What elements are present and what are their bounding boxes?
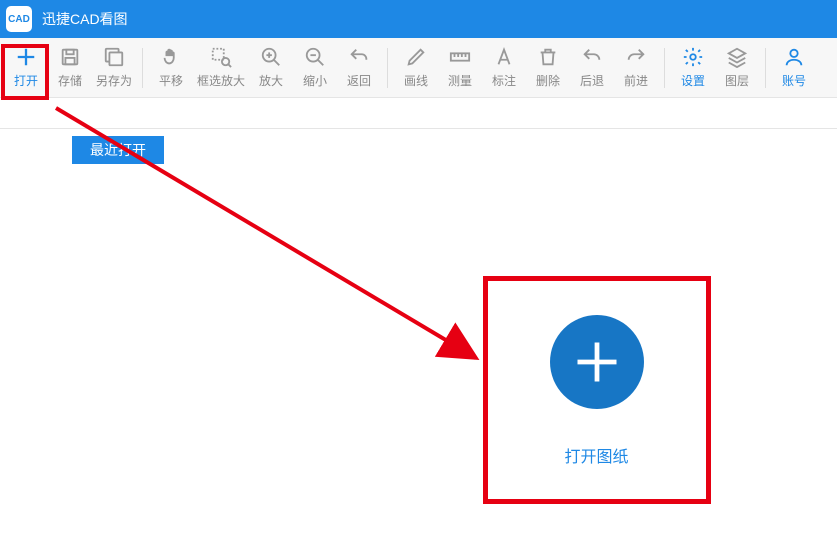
toolbar-separator: [142, 48, 143, 88]
saveas-icon: [103, 46, 125, 68]
open-drawing-label: 打开图纸: [564, 443, 628, 467]
open-label: 打开: [14, 72, 38, 89]
toolbar-group-view: 平移 框选放大 放大 缩小 返回: [149, 38, 381, 97]
toolbar-group-settings: 设置 图层: [671, 38, 759, 97]
settings-label: 设置: [681, 72, 705, 89]
zoomout-label: 缩小: [303, 72, 327, 89]
layers-icon: [726, 46, 748, 68]
redo-button[interactable]: 前进: [614, 41, 658, 95]
zoomin-button[interactable]: 放大: [249, 41, 293, 95]
content-area: 最近打开 打开图纸: [0, 98, 837, 537]
pan-button[interactable]: 平移: [149, 41, 193, 95]
return-icon: [348, 46, 370, 68]
toolbar-group-annotate: 画线 测量 标注 删除 后退: [394, 38, 658, 97]
annotate-button[interactable]: 标注: [482, 41, 526, 95]
app-icon: CAD: [6, 6, 32, 32]
zoomout-button[interactable]: 缩小: [293, 41, 337, 95]
undo-button[interactable]: 后退: [570, 41, 614, 95]
saveas-label: 另存为: [96, 72, 132, 89]
recent-tab[interactable]: 最近打开: [72, 136, 164, 164]
pencil-icon: [405, 46, 427, 68]
user-icon: [783, 46, 805, 68]
measure-button[interactable]: 测量: [438, 41, 482, 95]
zoomout-icon: [304, 46, 326, 68]
measure-label: 测量: [448, 72, 472, 89]
zoomin-icon: [260, 46, 282, 68]
undo-label: 后退: [580, 72, 604, 89]
annotate-label: 标注: [492, 72, 516, 89]
pan-label: 平移: [159, 72, 183, 89]
layers-label: 图层: [725, 72, 749, 89]
zoomin-label: 放大: [259, 72, 283, 89]
boxzoom-icon: [210, 46, 232, 68]
settings-button[interactable]: 设置: [671, 41, 715, 95]
open-button[interactable]: 打开: [4, 41, 48, 95]
save-label: 存储: [58, 72, 82, 89]
layers-button[interactable]: 图层: [715, 41, 759, 95]
ruler-icon: [449, 46, 471, 68]
gear-icon: [682, 46, 704, 68]
open-drawing-card[interactable]: 打开图纸: [484, 278, 709, 503]
return-label: 返回: [347, 72, 371, 89]
text-a-icon: [493, 46, 515, 68]
redo-icon: [625, 46, 647, 68]
plus-large-icon: [571, 336, 623, 388]
delete-button[interactable]: 删除: [526, 41, 570, 95]
toolbar-separator: [765, 48, 766, 88]
saveas-button[interactable]: 另存为: [92, 41, 136, 95]
toolbar-separator: [387, 48, 388, 88]
toolbar-group-file: 打开 存储 另存为: [4, 38, 136, 97]
boxzoom-label: 框选放大: [197, 72, 245, 89]
titlebar: CAD 迅捷CAD看图: [0, 0, 837, 38]
delete-label: 删除: [536, 72, 560, 89]
save-button[interactable]: 存储: [48, 41, 92, 95]
hand-icon: [160, 46, 182, 68]
content-divider: [0, 128, 837, 129]
plus-icon: [15, 46, 37, 68]
account-label: 账号: [782, 72, 806, 89]
app-title: 迅捷CAD看图: [42, 9, 128, 29]
account-button[interactable]: 账号: [772, 41, 816, 95]
save-icon: [59, 46, 81, 68]
drawline-button[interactable]: 画线: [394, 41, 438, 95]
toolbar-separator: [664, 48, 665, 88]
boxzoom-button[interactable]: 框选放大: [193, 41, 249, 95]
return-button[interactable]: 返回: [337, 41, 381, 95]
toolbar-group-account: 账号: [772, 38, 816, 97]
undo-icon: [581, 46, 603, 68]
trash-icon: [537, 46, 559, 68]
drawline-label: 画线: [404, 72, 428, 89]
open-drawing-circle: [550, 315, 644, 409]
toolbar: 打开 存储 另存为 平移 框选放大: [0, 38, 837, 98]
redo-label: 前进: [624, 72, 648, 89]
